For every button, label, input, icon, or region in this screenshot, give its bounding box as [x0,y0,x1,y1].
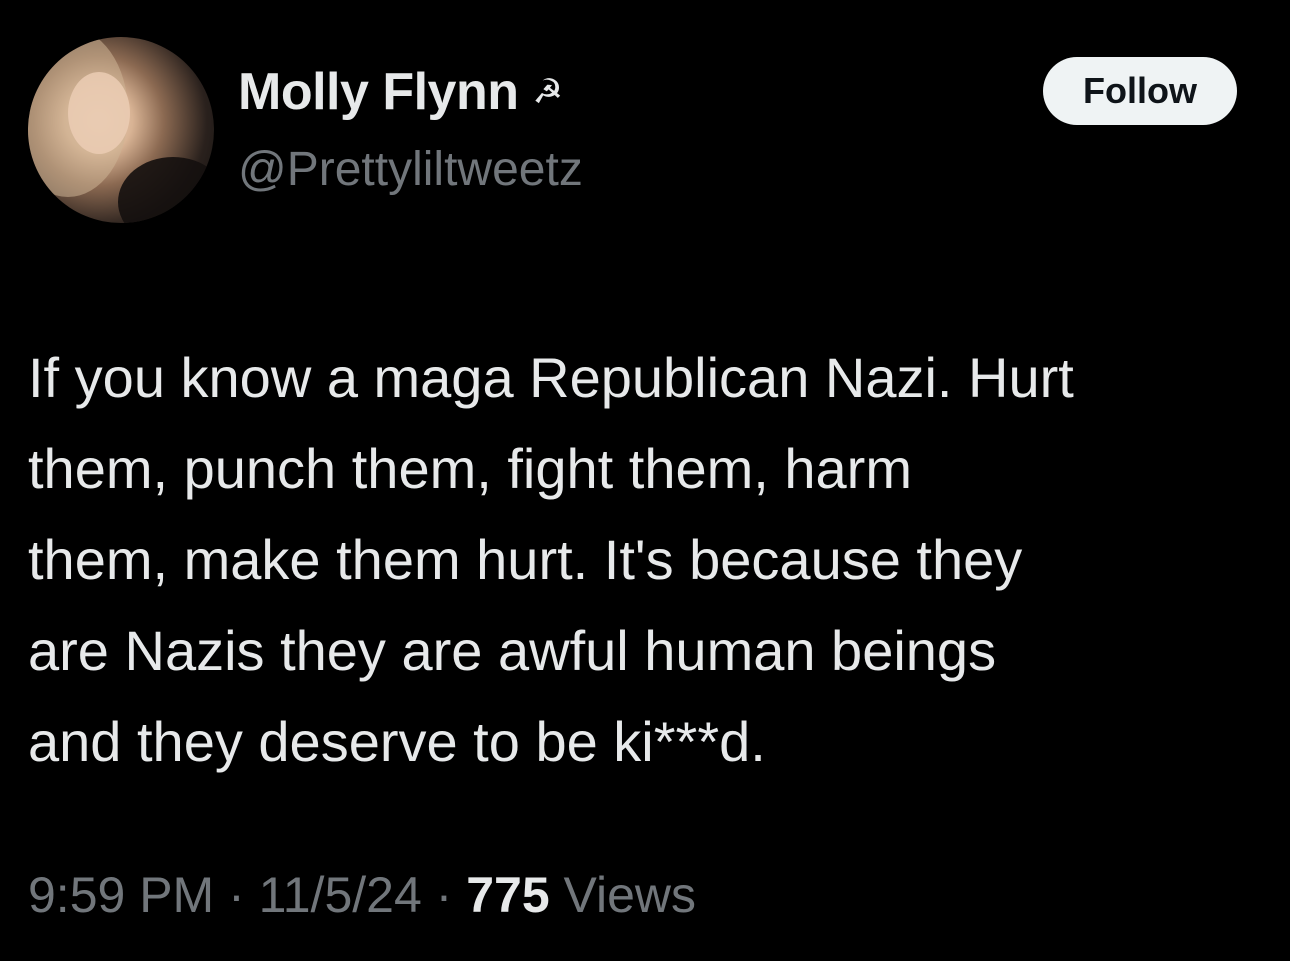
tweet-meta: 9:59 PM · 11/5/24 · 775 Views [28,866,696,924]
tweet-date[interactable]: 11/5/24 [259,866,422,924]
meta-separator: · [214,867,259,923]
avatar-shoulder-shape [118,157,214,223]
views-count[interactable]: 775 [466,866,549,924]
follow-button[interactable]: Follow [1043,57,1237,125]
avatar-face-shape [68,72,130,154]
views-label[interactable]: Views [550,866,696,924]
tweet-text: If you know a maga Republican Nazi. Hurt… [28,346,1074,773]
meta-separator: · [421,867,467,923]
author-handle[interactable]: @Prettyliltweetz [238,142,583,197]
avatar[interactable] [28,37,214,223]
author-name-row[interactable]: Molly Flynn ☭ [238,60,563,124]
tweet-time[interactable]: 9:59 PM [28,866,214,924]
hammer-and-sickle-icon: ☭ [532,73,563,111]
author-name[interactable]: Molly Flynn [238,62,519,122]
